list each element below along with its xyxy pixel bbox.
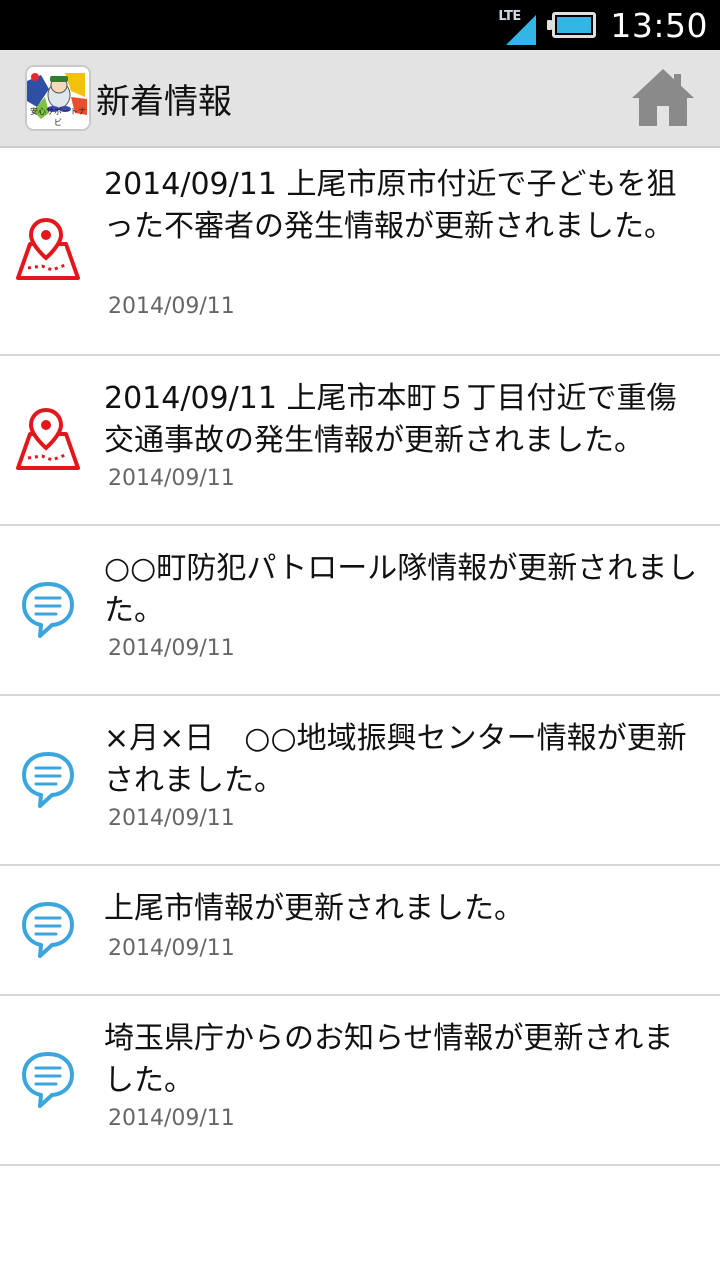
app-icon-label: 安心サポートナビ — [30, 107, 86, 127]
news-list-item[interactable]: 2014/09/11 上尾市本町５丁目付近で重傷交通事故の発生情報が更新されまし… — [0, 356, 720, 526]
map-pin-icon — [14, 407, 82, 474]
app-bar: 安心サポートナビ 新着情報 — [0, 50, 720, 148]
news-list-item[interactable]: 2014/09/11 上尾市原市付近で子どもを狙った不審者の発生情報が更新されま… — [0, 148, 720, 356]
battery-icon — [547, 12, 597, 38]
news-item-text: 2014/09/11 上尾市原市付近で子どもを狙った不審者の発生情報が更新されま… — [104, 167, 677, 244]
map-pin-icon — [14, 217, 82, 284]
news-list-item[interactable]: 埼玉県庁からのお知らせ情報が更新されました。 2014/09/11 — [0, 996, 720, 1166]
chat-bubble-icon — [16, 898, 80, 964]
news-item-date: 2014/09/11 — [108, 1106, 235, 1131]
home-button[interactable] — [630, 66, 696, 128]
chat-bubble-icon — [16, 748, 80, 814]
status-bar: LTE 13:50 — [0, 0, 720, 50]
news-item-text: ○○町防犯パトロール隊情報が更新されました。 — [104, 551, 698, 628]
chat-bubble-icon — [16, 1048, 80, 1114]
home-icon — [632, 69, 694, 126]
news-item-text: 上尾市情報が更新されました。 — [104, 891, 524, 926]
news-item-text: 埼玉県庁からのお知らせ情報が更新されました。 — [104, 1021, 674, 1098]
status-time: 13:50 — [610, 5, 708, 45]
lte-signal-icon: LTE — [498, 5, 538, 45]
news-list: 2014/09/11 上尾市原市付近で子どもを狙った不審者の発生情報が更新されま… — [0, 148, 720, 1166]
news-item-date: 2014/09/11 — [108, 466, 235, 491]
news-list-item[interactable]: ○○町防犯パトロール隊情報が更新されました。 2014/09/11 — [0, 526, 720, 696]
news-item-date: 2014/09/11 — [108, 936, 235, 961]
news-list-item[interactable]: ×月×日 ○○地域振興センター情報が更新されました。 2014/09/11 — [0, 696, 720, 866]
news-item-text: 2014/09/11 上尾市本町５丁目付近で重傷交通事故の発生情報が更新されまし… — [104, 381, 677, 458]
news-list-item[interactable]: 上尾市情報が更新されました。 2014/09/11 — [0, 866, 720, 996]
app-logo-icon[interactable]: 安心サポートナビ — [25, 65, 91, 131]
page-title: 新着情報 — [96, 82, 232, 122]
news-item-date: 2014/09/11 — [108, 636, 235, 661]
chat-bubble-icon — [16, 578, 80, 644]
news-item-date: 2014/09/11 — [108, 806, 235, 831]
news-item-date: 2014/09/11 — [108, 294, 235, 319]
news-item-text: ×月×日 ○○地域振興センター情報が更新されました。 — [104, 721, 687, 798]
